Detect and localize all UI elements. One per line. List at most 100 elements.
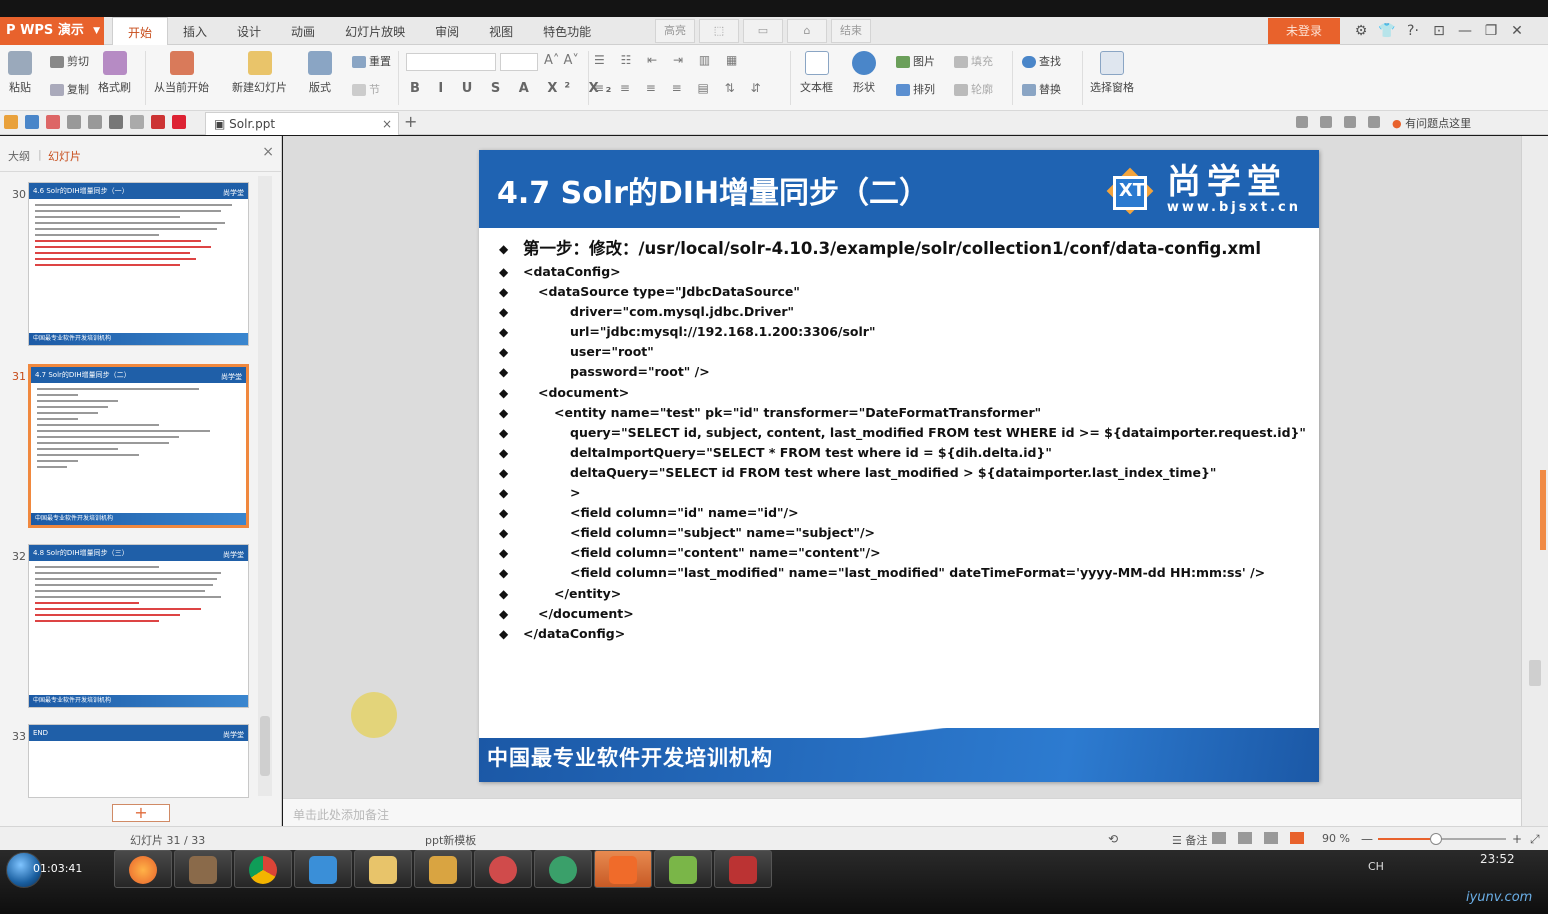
textbox-button[interactable]: 文本框: [800, 51, 833, 95]
tab-animation[interactable]: 动画: [276, 17, 330, 45]
font-size-select[interactable]: [500, 53, 538, 71]
close-tab-icon[interactable]: ×: [382, 113, 392, 135]
help-icon[interactable]: ?·: [1402, 23, 1424, 39]
align-buttons-icon[interactable]: ≡ ≡ ≡ ≡ ▤ ⇅ ⇵: [594, 81, 767, 95]
outline-button[interactable]: 轮廓: [954, 81, 993, 97]
home-tool-button[interactable]: ⌂: [787, 19, 827, 43]
taskbar-explorer[interactable]: [354, 850, 412, 888]
undo-icon[interactable]: [109, 115, 123, 129]
slide-thumbnail[interactable]: 4.6 Solr的DIH增量同步（一） 尚学堂 中国最专业软件开发培训机构: [28, 182, 249, 346]
export-pdf-icon[interactable]: [46, 115, 60, 129]
font-family-select[interactable]: [406, 53, 496, 71]
tab-outline[interactable]: 大纲: [8, 148, 30, 164]
slide-title[interactable]: 4.7 Solr的DIH增量同步（二）: [497, 168, 929, 212]
highlight-tool-button[interactable]: 高亮: [655, 19, 695, 43]
find-button[interactable]: 查找: [1022, 53, 1061, 69]
replace-button[interactable]: 替换: [1022, 81, 1061, 97]
slide-thumbnail-selected[interactable]: 4.7 Solr的DIH增量同步（二） 尚学堂 中国最专业软件开发培训机构: [28, 364, 249, 528]
history-icon[interactable]: ⟲: [1108, 832, 1118, 846]
slideshow-view-icon[interactable]: [1290, 832, 1304, 844]
fit-window-icon[interactable]: ⤢: [1530, 832, 1540, 847]
new-slide-button[interactable]: 新建幻灯片: [232, 51, 287, 95]
skin-mini-icon[interactable]: [1368, 116, 1380, 128]
tab-view[interactable]: 视图: [474, 17, 528, 45]
screen-tool-button[interactable]: ▭: [743, 19, 783, 43]
open-icon[interactable]: [4, 115, 18, 129]
taskbar-firefox[interactable]: [114, 850, 172, 888]
tab-insert[interactable]: 插入: [168, 17, 222, 45]
notes-pane[interactable]: 单击此处添加备注: [283, 798, 1521, 826]
system-clock[interactable]: 23:52: [1480, 852, 1515, 866]
from-current-button[interactable]: 从当前开始: [154, 51, 209, 95]
section-button[interactable]: 节: [352, 81, 380, 97]
taskbar-tomcat[interactable]: [414, 850, 472, 888]
select-tool-button[interactable]: ⬚: [699, 19, 739, 43]
slide-body[interactable]: ◆ 第一步：修改：/usr/local/solr-4.10.3/example/s…: [499, 236, 1309, 644]
minimize-icon[interactable]: —: [1454, 23, 1476, 39]
notes-toggle[interactable]: ☰ 备注: [1172, 832, 1207, 848]
taskbar-app-red[interactable]: [474, 850, 532, 888]
help-link[interactable]: ● 有问题点这里: [1392, 115, 1471, 131]
taskbar-recorder[interactable]: [714, 850, 772, 888]
taskbar-app-globe[interactable]: [534, 850, 592, 888]
add-slide-button[interactable]: +: [112, 804, 170, 822]
screen-icon[interactable]: [1320, 116, 1332, 128]
sorter-view-icon[interactable]: [1238, 832, 1252, 844]
picture-button[interactable]: 图片: [896, 53, 935, 69]
save-icon[interactable]: [25, 115, 39, 129]
taskbar-window-app[interactable]: [294, 850, 352, 888]
arrange-button[interactable]: 排列: [896, 81, 935, 97]
scroll-thumb[interactable]: [260, 716, 270, 776]
slide-canvas[interactable]: 4.7 Solr的DIH增量同步（二） XT 尚学堂 www.bjsxt.cn …: [283, 136, 1521, 817]
normal-view-icon[interactable]: [1212, 832, 1226, 844]
share-icon[interactable]: [1344, 116, 1356, 128]
tab-home[interactable]: 开始: [112, 17, 169, 46]
close-panel-icon[interactable]: ×: [262, 144, 274, 160]
tab-slideshow[interactable]: 幻灯片放映: [330, 17, 420, 45]
pin-icon[interactable]: [1296, 116, 1308, 128]
skin-icon[interactable]: 👕: [1376, 23, 1398, 39]
fill-button[interactable]: 填充: [954, 53, 993, 69]
font-grow-shrink-icon[interactable]: A˄ A˅: [544, 53, 579, 68]
tab-design[interactable]: 设计: [222, 17, 276, 45]
zoom-in-icon[interactable]: +: [1512, 832, 1522, 846]
tab-special[interactable]: 特色功能: [528, 17, 606, 45]
paste-button[interactable]: 粘贴: [8, 51, 32, 95]
tab-slides[interactable]: 幻灯片: [48, 148, 81, 164]
settings-icon[interactable]: ⚙: [1350, 23, 1372, 39]
shape-button[interactable]: 形状: [852, 51, 876, 95]
tab-review[interactable]: 审阅: [420, 17, 474, 45]
taskbar-java[interactable]: [174, 850, 232, 888]
preview-icon[interactable]: [88, 115, 102, 129]
zoom-knob[interactable]: [1429, 833, 1442, 845]
document-tab[interactable]: ▣ Solr.ppt ×: [205, 112, 399, 135]
cut-button[interactable]: 剪切: [50, 53, 89, 69]
current-slide[interactable]: 4.7 Solr的DIH增量同步（二） XT 尚学堂 www.bjsxt.cn …: [479, 150, 1319, 782]
customize-icon[interactable]: [151, 115, 165, 129]
slide-thumbnail[interactable]: END 尚学堂: [28, 724, 249, 798]
layout-button[interactable]: 版式: [308, 51, 332, 95]
slide-thumbnail[interactable]: 4.8 Solr的DIH增量同步（三） 尚学堂 中国最专业软件开发培训机构: [28, 544, 249, 708]
fullscreen-icon[interactable]: ⊡: [1428, 23, 1450, 39]
zoom-slider[interactable]: [1378, 833, 1506, 845]
taskbar-chart-app[interactable]: [654, 850, 712, 888]
end-tool-button[interactable]: 结束: [831, 19, 871, 43]
wps-app-menu-button[interactable]: P WPS 演示 ▼: [0, 17, 104, 45]
input-method[interactable]: CH: [1368, 860, 1384, 873]
list-buttons-icon[interactable]: ☰ ☷ ⇤ ⇥ ▥ ▦: [594, 53, 743, 67]
wps-w-icon[interactable]: [172, 115, 186, 129]
close-icon[interactable]: ✕: [1506, 23, 1528, 39]
print-icon[interactable]: [67, 115, 81, 129]
reading-view-icon[interactable]: [1264, 832, 1278, 844]
scroll-thumb[interactable]: [1529, 660, 1541, 686]
redo-icon[interactable]: [130, 115, 144, 129]
taskbar-wps-presentation[interactable]: [594, 850, 652, 888]
login-button[interactable]: 未登录: [1268, 18, 1340, 44]
reset-button[interactable]: 重置: [352, 53, 391, 69]
restore-icon[interactable]: ❐: [1480, 23, 1502, 39]
add-tab-icon[interactable]: +: [404, 111, 417, 133]
select-pane-button[interactable]: 选择窗格: [1090, 51, 1134, 95]
format-painter-button[interactable]: 格式刷: [98, 51, 131, 95]
copy-button[interactable]: 复制: [50, 81, 89, 97]
taskbar-chrome[interactable]: [234, 850, 292, 888]
